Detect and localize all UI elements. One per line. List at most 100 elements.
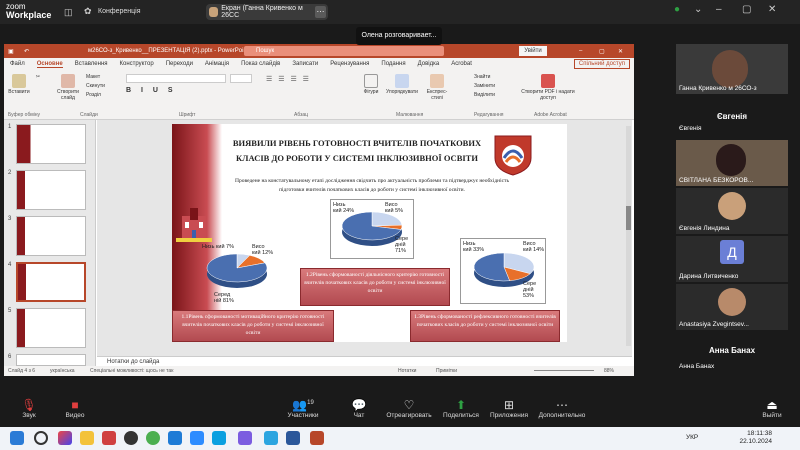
slide-thumbnail-5[interactable] [16,308,86,348]
file-explorer-icon[interactable] [80,431,94,445]
select-button[interactable]: Виділити [474,92,495,98]
participant-tile[interactable]: Ганна Кривенко м 26СО-з [676,44,788,94]
paragraph-buttons[interactable]: ☰ ☰ ☰ ☰ [266,75,311,83]
powerpoint-icon[interactable] [310,431,324,445]
tab-acrobat[interactable]: Acrobat [451,61,472,67]
apps-button[interactable]: ⊞ Приложения [484,398,534,419]
tab-help[interactable]: Довідка [418,61,440,67]
comments-toggle[interactable]: Примітки [436,366,457,376]
zoom-slider[interactable] [534,370,594,371]
participant-tile[interactable]: Anastasiya Zvegintsev... [676,284,788,330]
participant-name: Дарина Литвиченко [679,273,739,280]
clock[interactable]: 18:11:38 22.10.2024 [739,430,772,446]
language-indicator[interactable]: українська [50,366,75,376]
more-icon[interactable]: ⋯ [314,6,326,18]
share-button[interactable]: Спільний доступ [573,59,630,69]
tab-slideshow[interactable]: Показ слайдів [241,61,280,67]
section-button[interactable]: Розділ [86,92,101,98]
paste-button[interactable]: Вставити [8,74,30,95]
close-icon[interactable]: ✕ [768,4,776,15]
tab-file[interactable]: Файл [10,61,25,67]
font-family-select[interactable] [126,74,226,83]
zoom-icon[interactable] [190,431,204,445]
slide-thumbnail-6[interactable] [16,354,86,366]
participants-button[interactable]: 👥19 Участники [278,398,328,419]
heart-icon: ♡ [403,398,415,412]
exit-button[interactable]: ⏏ Выйти [752,398,792,419]
app-icon[interactable] [168,431,182,445]
slide-thumbnail-4[interactable] [16,262,86,302]
vertical-scrollbar[interactable] [626,126,631,346]
find-button[interactable]: Знайти [474,74,490,80]
label-high: Висо кий 5% [385,202,404,214]
tab-review[interactable]: Рецензування [330,61,369,67]
more-button[interactable]: ⋯ Дополнительно [534,398,590,419]
font-format-buttons[interactable]: B I U S [126,87,177,94]
slide-thumbnail-2[interactable] [16,170,86,210]
thumb-number: 6 [8,354,12,360]
replace-button[interactable]: Замінити [474,83,495,89]
shield-icon[interactable]: ◫ [64,7,73,18]
adobe-group-label: Adobe Acrobat [534,112,567,118]
tab-insert[interactable]: Вставлення [75,61,108,67]
react-button[interactable]: ♡ Отреагировать [380,398,438,419]
audio-button[interactable]: 🎙 Звук [4,398,54,419]
app-icon[interactable] [124,431,138,445]
undo-icon[interactable]: ↶ [24,48,29,55]
accessibility-status[interactable]: Спеціальні можливості: щось не так [90,366,173,376]
telegram-icon[interactable] [264,431,278,445]
save-icon[interactable]: ▣ [8,48,14,55]
shapes-button[interactable]: Фігури [360,74,382,95]
tab-view[interactable]: Подання [381,61,405,67]
quick-styles-button[interactable]: Експрес-стилі [422,74,452,101]
current-slide[interactable]: ВИЯВИЛИ РІВЕНЬ ГОТОВНОСТІ ВЧИТЕЛІВ ПОЧАТ… [172,124,567,342]
font-size-select[interactable] [230,74,252,83]
slide-thumbnail-3[interactable] [16,216,86,256]
app-icon[interactable] [102,431,116,445]
tab-record[interactable]: Записати [292,61,318,67]
thumb-number: 5 [8,308,12,314]
minimize-icon[interactable]: ⌄ [694,4,702,15]
word-icon[interactable] [286,431,300,445]
arrange-button[interactable]: Упорядкувати [384,74,420,95]
close-ppt-icon[interactable]: ✕ [618,48,623,55]
chat-button[interactable]: 💬 Чат [334,398,384,419]
participant-tile[interactable]: СВІТЛАНА БЕЗКОРОВ... [676,140,788,186]
search-icon[interactable] [34,431,48,445]
copilot-icon[interactable] [58,431,72,445]
participant-tile[interactable]: Євгенія [676,122,788,134]
video-button[interactable]: ■ Видео [50,398,100,419]
participant-tile[interactable]: Євгенія Линдина [676,188,788,234]
tab-design[interactable]: Конструктор [120,61,154,67]
tab-transitions[interactable]: Переходи [166,61,193,67]
app-icon[interactable] [212,431,226,445]
participant-label: Євгенія [716,112,748,121]
slide-thumbnail-1[interactable] [16,124,86,164]
minimize-window-icon[interactable]: – [716,4,722,15]
new-slide-button[interactable]: Створити слайд [56,74,80,101]
language-indicator[interactable]: УКР [686,434,698,441]
minimize-ppt-icon[interactable]: – [579,48,582,54]
chrome-icon[interactable] [146,431,160,445]
label-high: Висо кий 14% [523,241,545,253]
restore-ppt-icon[interactable]: ▢ [599,48,605,55]
login-button[interactable]: Увійти [519,46,547,56]
tab-home[interactable]: Основне [36,61,63,68]
reset-button[interactable]: Скинути [86,83,105,89]
notes-toggle[interactable]: Нотатки [398,366,416,376]
layout-button[interactable]: Макет [86,74,100,80]
search-input[interactable]: Пошук [244,46,444,56]
tab-animations[interactable]: Анімація [205,61,229,67]
participant-tile[interactable]: Анна Банах [676,360,788,372]
create-pdf-button[interactable]: Створити PDF і надати доступ [518,74,578,101]
zoom-level[interactable]: 88% [604,366,614,376]
share-screen-button[interactable]: ⬆ Поделиться [436,398,486,419]
notes-pane[interactable]: Нотатки до слайда [97,356,632,366]
security-icon[interactable]: ● [674,4,680,15]
viber-icon[interactable] [238,431,252,445]
start-icon[interactable] [10,431,24,445]
restore-icon[interactable]: ▢ [742,4,751,15]
participant-tile[interactable]: Д Дарина Литвиченко [676,236,788,282]
cut-icon[interactable]: ✂ [34,74,42,80]
screen-share-pill[interactable]: Екран (Ганна Кривенко м 26СС ⋯ [206,4,328,20]
